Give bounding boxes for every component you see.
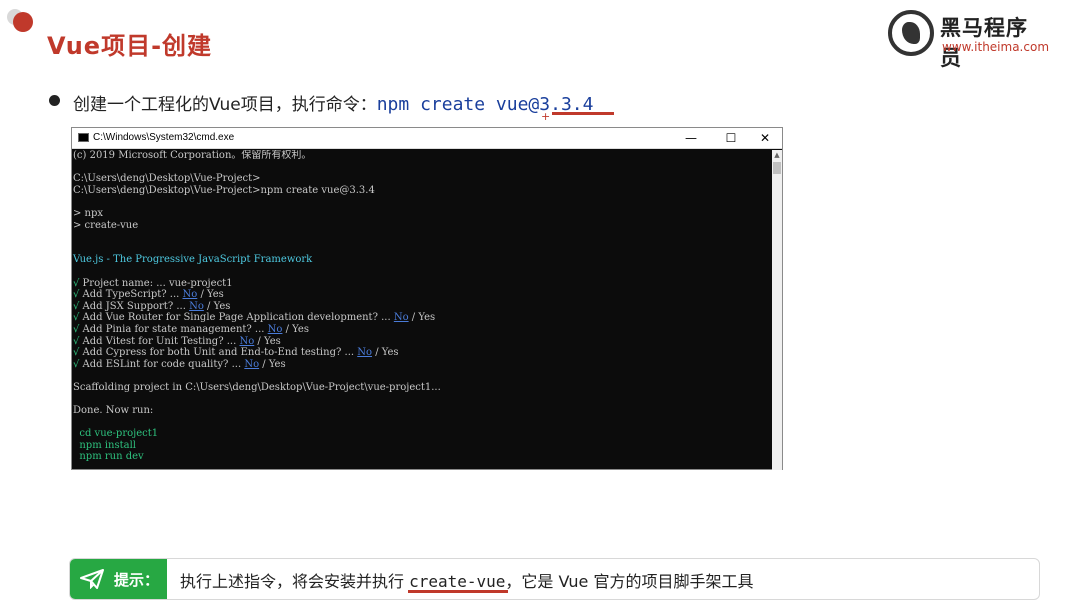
- close-button[interactable]: ✕: [750, 130, 780, 146]
- question-text: Add TypeScript? ...: [79, 289, 183, 301]
- minimize-button[interactable]: —: [676, 130, 706, 146]
- tip-code: create-vue: [409, 572, 506, 591]
- prompt-answer-line: √ Add JSX Support? ... No / Yes: [73, 301, 772, 313]
- prompt-answer-line: √ Project name: ... vue-project1: [73, 278, 772, 290]
- console-line: (c) 2019 Microsoft Corporation。保留所有权利。: [73, 150, 312, 161]
- question-text: Add JSX Support? ...: [79, 300, 190, 312]
- prompt-answer-line: √ Add TypeScript? ... No / Yes: [73, 289, 772, 301]
- question-text: Add Cypress for both Unit and End-to-End…: [79, 347, 358, 359]
- decor-dot-red: [13, 12, 33, 32]
- answer-rest: / Yes: [259, 358, 286, 370]
- answer-rest: / Yes: [254, 335, 281, 347]
- cmd-app-icon: [78, 133, 89, 142]
- cmd-window-title: C:\Windows\System32\cmd.exe: [93, 132, 235, 143]
- answer-no: No: [393, 312, 409, 324]
- cmd-titlebar[interactable]: C:\Windows\System32\cmd.exe — ☐ ✕: [72, 128, 782, 149]
- next-step-cd: cd vue-project1: [73, 428, 159, 440]
- command-underline: [552, 112, 614, 115]
- cmd-window: C:\Windows\System32\cmd.exe — ☐ ✕ (c) 20…: [71, 127, 783, 470]
- question-text: Add Pinia for state management? ...: [79, 323, 268, 335]
- answer-no: No: [239, 335, 255, 347]
- question-text: Add Vitest for Unit Testing? ...: [79, 335, 240, 347]
- next-step-install: npm install: [73, 439, 137, 451]
- vertical-scrollbar[interactable]: ▲: [772, 150, 782, 470]
- console-line: C:\Users\deng\Desktop\Vue-Project>: [73, 173, 261, 185]
- question-text: Add Vue Router for Single Page Applicati…: [79, 312, 394, 324]
- next-step-dev: npm run dev: [73, 451, 144, 463]
- logo-url: www.itheima.com: [942, 40, 1050, 54]
- scroll-thumb[interactable]: [773, 162, 781, 174]
- plus-mark: +: [541, 110, 551, 123]
- prompt-answer-line: √ Add Cypress for both Unit and End-to-E…: [73, 347, 772, 359]
- tip-text: 执行上述指令，将会安装并执行 create-vue，它是 Vue 官方的项目脚手…: [180, 568, 753, 592]
- answer-rest: / Yes: [197, 289, 224, 301]
- answer-no: No: [357, 347, 373, 359]
- console-line: > npx: [73, 207, 104, 219]
- answer-no: No: [189, 300, 204, 312]
- console-line: C:\Users\deng\Desktop\Vue-Project>npm cr…: [73, 184, 375, 196]
- tip-label-box: 提示：: [70, 559, 167, 599]
- slide-title: Vue项目-创建: [47, 32, 213, 60]
- tip-text-after: ，它是 Vue 官方的项目脚手架工具: [505, 572, 754, 591]
- console-line: Scaffolding project in C:\Users\deng\Des…: [73, 381, 441, 393]
- tip-code-underline: [408, 590, 508, 593]
- console-line: > create-vue: [73, 219, 139, 231]
- bullet-prefix: 创建一个工程化的Vue项目，执行命令：: [73, 95, 377, 115]
- tip-text-before: 执行上述指令，将会安装并执行: [180, 572, 410, 591]
- console-line: Done. Now run:: [73, 405, 154, 417]
- itheima-logo: 黑马程序员 www.itheima.com: [888, 10, 1050, 70]
- question-text: Project name: ...: [79, 277, 169, 289]
- prompt-answer-line: √ Add Pinia for state management? ... No…: [73, 324, 772, 336]
- console-banner: Vue.js - The Progressive JavaScript Fram…: [73, 254, 313, 266]
- maximize-button[interactable]: ☐: [716, 130, 746, 146]
- answer-rest: / Yes: [203, 300, 231, 312]
- bullet-line: 创建一个工程化的Vue项目，执行命令：npm create vue@3.3.4: [73, 90, 593, 115]
- question-text: Add ESLint for code quality? ...: [79, 358, 245, 370]
- scroll-up-arrow-icon[interactable]: ▲: [772, 150, 782, 160]
- bullet-dot: [49, 95, 60, 106]
- prompt-answers: √ Project name: ... vue-project1 √ Add Ty…: [73, 278, 772, 371]
- console-output[interactable]: (c) 2019 Microsoft Corporation。保留所有权利。 C…: [72, 150, 772, 470]
- prompt-answer-line: √ Add ESLint for code quality? ... No / …: [73, 359, 772, 371]
- answer-no: No: [182, 289, 198, 301]
- horse-logo-icon: [888, 10, 934, 56]
- paper-plane-icon: [80, 569, 104, 589]
- tip-box: 提示： 执行上述指令，将会安装并执行 create-vue，它是 Vue 官方的…: [69, 558, 1040, 600]
- answer-no: No: [267, 323, 283, 335]
- answer-rest: / Yes: [372, 347, 399, 359]
- tip-label: 提示：: [114, 571, 160, 589]
- prompt-answer-line: √ Add Vitest for Unit Testing? ... No / …: [73, 336, 772, 348]
- answer-value: vue-project1: [168, 277, 233, 289]
- prompt-answer-line: √ Add Vue Router for Single Page Applica…: [73, 312, 772, 324]
- answer-rest: / Yes: [282, 323, 309, 335]
- answer-rest: / Yes: [408, 312, 436, 324]
- answer-no: No: [244, 358, 260, 370]
